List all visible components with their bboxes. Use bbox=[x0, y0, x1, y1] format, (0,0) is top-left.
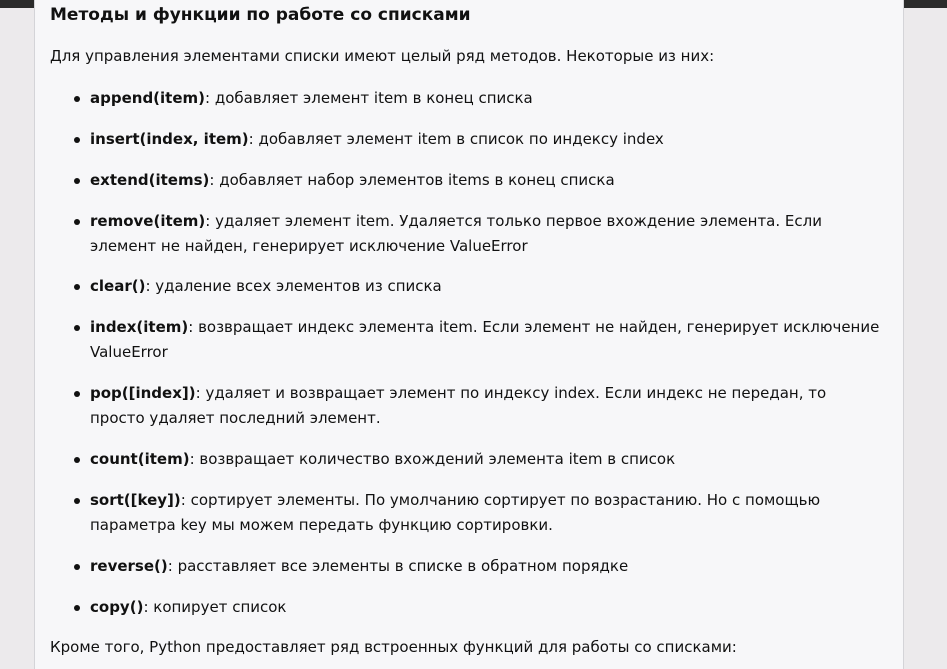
method-description: расставляет все элементы в списке в обра… bbox=[177, 557, 629, 575]
list-item: sort([key]): сортирует элементы. По умол… bbox=[74, 488, 880, 538]
method-name: clear() bbox=[90, 277, 146, 295]
outro-paragraph: Кроме того, Python предоставляет ряд вст… bbox=[50, 638, 737, 656]
list-item: reverse(): расставляет все элементы в сп… bbox=[74, 554, 880, 579]
bullet-icon bbox=[74, 325, 80, 331]
method-name: pop([index]) bbox=[90, 384, 196, 402]
list-item: insert(index, item): добавляет элемент i… bbox=[74, 127, 880, 152]
list-item: count(item): возвращает количество вхожд… bbox=[74, 447, 880, 472]
bullet-icon bbox=[74, 391, 80, 397]
method-description: возвращает индекс элемента item. Если эл… bbox=[90, 318, 880, 361]
intro-paragraph: Для управления элементами списки имеют ц… bbox=[50, 47, 715, 65]
list-item: clear(): удаление всех элементов из спис… bbox=[74, 274, 880, 299]
method-name: insert(index, item) bbox=[90, 130, 249, 148]
method-name: extend(items) bbox=[90, 171, 210, 189]
article-content: Методы и функции по работе со списками Д… bbox=[34, 0, 904, 669]
list-item: index(item): возвращает индекс элемента … bbox=[74, 315, 880, 365]
method-description: удаление всех элементов из списка bbox=[155, 277, 442, 295]
method-description: добавляет элемент item в список по индек… bbox=[258, 130, 664, 148]
list-item: extend(items): добавляет набор элементов… bbox=[74, 168, 880, 193]
method-separator: : bbox=[167, 557, 178, 575]
bullet-icon bbox=[74, 178, 80, 184]
list-item: remove(item): удаляет элемент item. Удал… bbox=[74, 209, 880, 259]
method-separator: : bbox=[145, 277, 156, 295]
bullet-icon bbox=[74, 284, 80, 290]
method-separator: : bbox=[188, 318, 199, 336]
method-separator: : bbox=[205, 89, 215, 107]
list-item: append(item): добавляет элемент item в к… bbox=[74, 86, 880, 111]
method-description: сортирует элементы. По умолчанию сортиру… bbox=[90, 491, 821, 534]
bullet-icon bbox=[74, 498, 80, 504]
bullet-icon bbox=[74, 137, 80, 143]
bullet-icon bbox=[74, 219, 80, 225]
method-description: добавляет набор элементов items в конец … bbox=[219, 171, 615, 189]
method-name: append(item) bbox=[90, 89, 206, 107]
method-name: copy() bbox=[90, 598, 144, 616]
list-item: copy(): копирует список bbox=[74, 595, 880, 620]
bullet-icon bbox=[74, 457, 80, 463]
method-separator: : bbox=[209, 171, 220, 189]
method-name: remove(item) bbox=[90, 212, 206, 230]
method-description: возвращает количество вхождений элемента… bbox=[199, 450, 676, 468]
method-separator: : bbox=[248, 130, 259, 148]
method-description: добавляет элемент item в конец списка bbox=[214, 89, 533, 107]
method-description: копирует список bbox=[153, 598, 287, 616]
method-separator: : bbox=[195, 384, 206, 402]
method-separator: : bbox=[180, 491, 191, 509]
bullet-icon bbox=[74, 96, 80, 102]
method-separator: : bbox=[143, 598, 154, 616]
bullet-icon bbox=[74, 605, 80, 611]
method-name: reverse() bbox=[90, 557, 168, 575]
method-name: index(item) bbox=[90, 318, 189, 336]
section-title: Методы и функции по работе со списками bbox=[50, 5, 471, 25]
bullet-icon bbox=[74, 564, 80, 570]
method-separator: : bbox=[205, 212, 216, 230]
method-name: sort([key]) bbox=[90, 491, 181, 509]
method-separator: : bbox=[189, 450, 200, 468]
list-item: pop([index]): удаляет и возвращает элеме… bbox=[74, 381, 880, 431]
method-name: count(item) bbox=[90, 450, 190, 468]
